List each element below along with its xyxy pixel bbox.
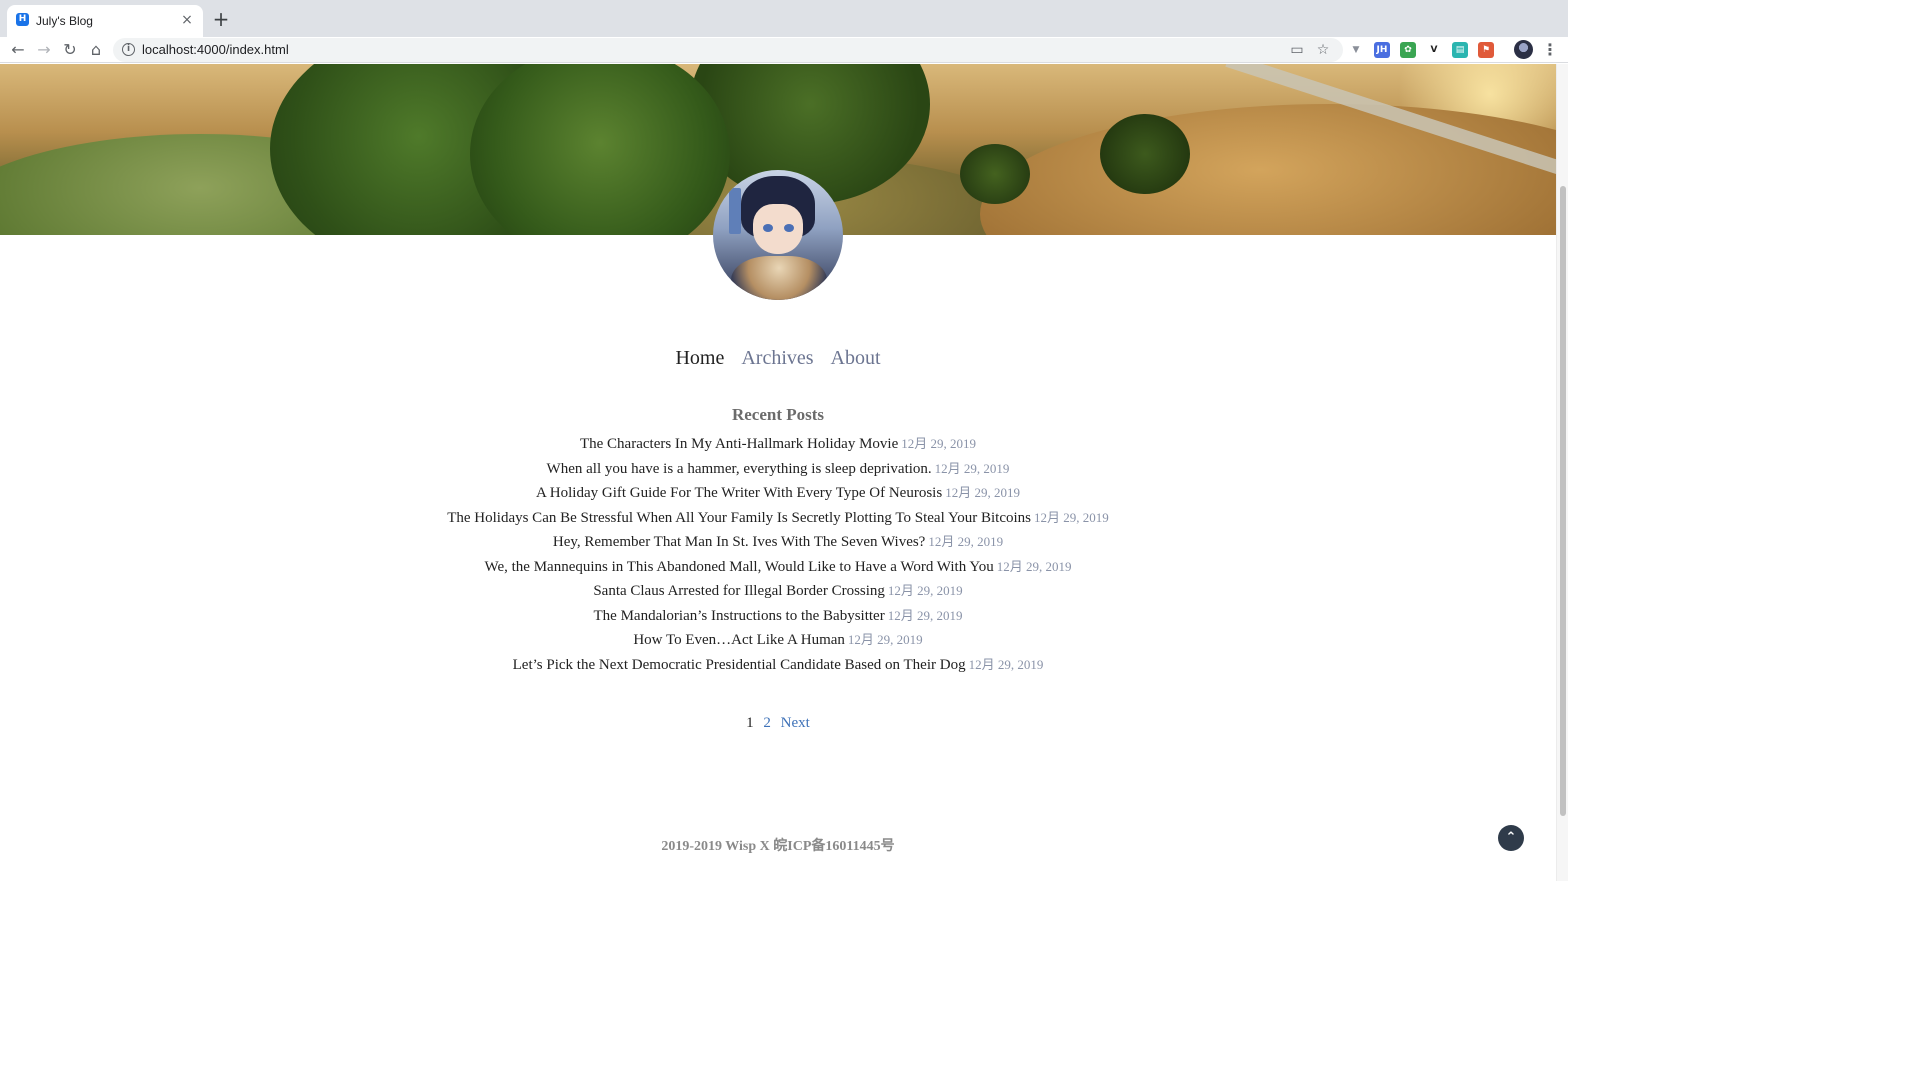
post-date: 12月 29, 2019 [887, 607, 963, 623]
home-icon[interactable]: ⌂ [86, 40, 106, 60]
post-title-link[interactable]: Hey, Remember That Man In St. Ives With … [553, 534, 925, 550]
browser-tab[interactable]: H July's Blog × [7, 5, 203, 37]
post-date: 12月 29, 2019 [901, 436, 977, 451]
nav-about-link[interactable]: About [831, 347, 881, 369]
post-date: 12月 29, 2019 [996, 558, 1072, 574]
post-item: When all you have is a hammer, everythin… [0, 457, 1556, 482]
post-date: 12月 29, 2019 [968, 656, 1044, 672]
vue-devtools-icon[interactable]: ▼ [1348, 42, 1364, 58]
profile-avatar[interactable] [1514, 40, 1533, 59]
back-arrow-icon[interactable]: ← [8, 40, 28, 60]
recent-posts-heading: Recent Posts [731, 405, 825, 424]
post-item: We, the Mannequins in This Abandoned Mal… [0, 555, 1556, 580]
post-item: Hey, Remember That Man In St. Ives With … [0, 530, 1556, 555]
paw-extension-icon[interactable]: ✿ [1400, 42, 1416, 58]
site-info-icon[interactable]: i [122, 43, 135, 56]
post-date: 12月 29, 2019 [887, 583, 963, 598]
forward-arrow-icon[interactable]: → [34, 40, 54, 60]
site-favicon-icon: H [16, 13, 29, 26]
nav-home-link[interactable]: Home [675, 347, 724, 369]
post-title-link[interactable]: We, the Mannequins in This Abandoned Mal… [485, 559, 994, 575]
post-title-link[interactable]: Let’s Pick the Next Democratic President… [513, 657, 966, 673]
v-extension-icon[interactable]: V [1426, 42, 1442, 58]
reload-icon[interactable]: ↻ [60, 40, 80, 60]
scrollbar-thumb[interactable] [1560, 186, 1566, 816]
nav-archives-link[interactable]: Archives [741, 347, 813, 369]
post-item: Let’s Pick the Next Democratic President… [0, 653, 1556, 678]
site-footer: 2019-2019 Wisp X 皖ICP备16011445号 [661, 839, 895, 854]
new-tab-button[interactable]: + [211, 9, 231, 29]
page-viewport: Home Archives About Recent Posts The Cha… [0, 64, 1568, 881]
post-title-link[interactable]: When all you have is a hammer, everythin… [547, 461, 932, 477]
post-date: 12月 29, 2019 [934, 460, 1010, 476]
post-item: The Holidays Can Be Stressful When All Y… [0, 506, 1556, 531]
post-date: 12月 29, 2019 [928, 534, 1004, 549]
browser-tab-strip: H July's Blog × + [0, 0, 1568, 37]
post-title-link[interactable]: Santa Claus Arrested for Illegal Border … [593, 583, 885, 599]
post-date: 12月 29, 2019 [945, 485, 1020, 500]
recent-posts-list: The Characters In My Anti-Hallmark Holid… [0, 432, 1556, 677]
post-item: The Characters In My Anti-Hallmark Holid… [0, 432, 1556, 457]
browser-menu-icon[interactable]: ⋮ [1541, 40, 1559, 60]
post-title-link[interactable]: A Holiday Gift Guide For The Writer With… [536, 485, 942, 501]
post-title-link[interactable]: How To Even…Act Like A Human [633, 632, 845, 648]
bookmark-star-icon[interactable]: ☆ [1314, 41, 1332, 59]
pagination-current-page: 1 [746, 715, 754, 731]
teal-extension-icon[interactable]: ▤ [1452, 42, 1468, 58]
author-avatar [713, 170, 843, 300]
post-title-link[interactable]: The Mandalorian’s Instructions to the Ba… [594, 608, 885, 624]
pagination: 1 2 Next [0, 712, 1556, 734]
pagination-page-2-link[interactable]: 2 [763, 715, 771, 731]
tab-close-icon[interactable]: × [180, 13, 194, 27]
cast-icon[interactable]: ▭ [1288, 41, 1306, 59]
post-item: The Mandalorian’s Instructions to the Ba… [0, 604, 1556, 629]
url-text[interactable]: localhost:4000/index.html [142, 42, 289, 58]
post-date: 12月 29, 2019 [1034, 509, 1109, 525]
post-item: Santa Claus Arrested for Illegal Border … [0, 579, 1556, 604]
red-extension-icon[interactable]: ⚑ [1478, 42, 1494, 58]
post-title-link[interactable]: The Characters In My Anti-Hallmark Holid… [580, 436, 898, 452]
pagination-next-link[interactable]: Next [781, 715, 810, 731]
post-item: A Holiday Gift Guide For The Writer With… [0, 481, 1556, 506]
browser-toolbar: ← → ↻ ⌂ i localhost:4000/index.html ▭ ☆ … [0, 37, 1568, 63]
address-bar[interactable]: i localhost:4000/index.html ▭ ☆ [113, 38, 1343, 62]
page-scrollbar[interactable] [1556, 64, 1568, 881]
main-nav: Home Archives About [0, 344, 1556, 374]
tab-title: July's Blog [36, 14, 93, 28]
jh-extension-icon[interactable]: JH [1374, 42, 1390, 58]
back-to-top-icon[interactable]: ⌃ [1498, 825, 1524, 851]
post-title-link[interactable]: The Holidays Can Be Stressful When All Y… [447, 510, 1031, 526]
post-date: 12月 29, 2019 [847, 632, 923, 647]
post-item: How To Even…Act Like A Human 12月 29, 2019 [0, 628, 1556, 653]
